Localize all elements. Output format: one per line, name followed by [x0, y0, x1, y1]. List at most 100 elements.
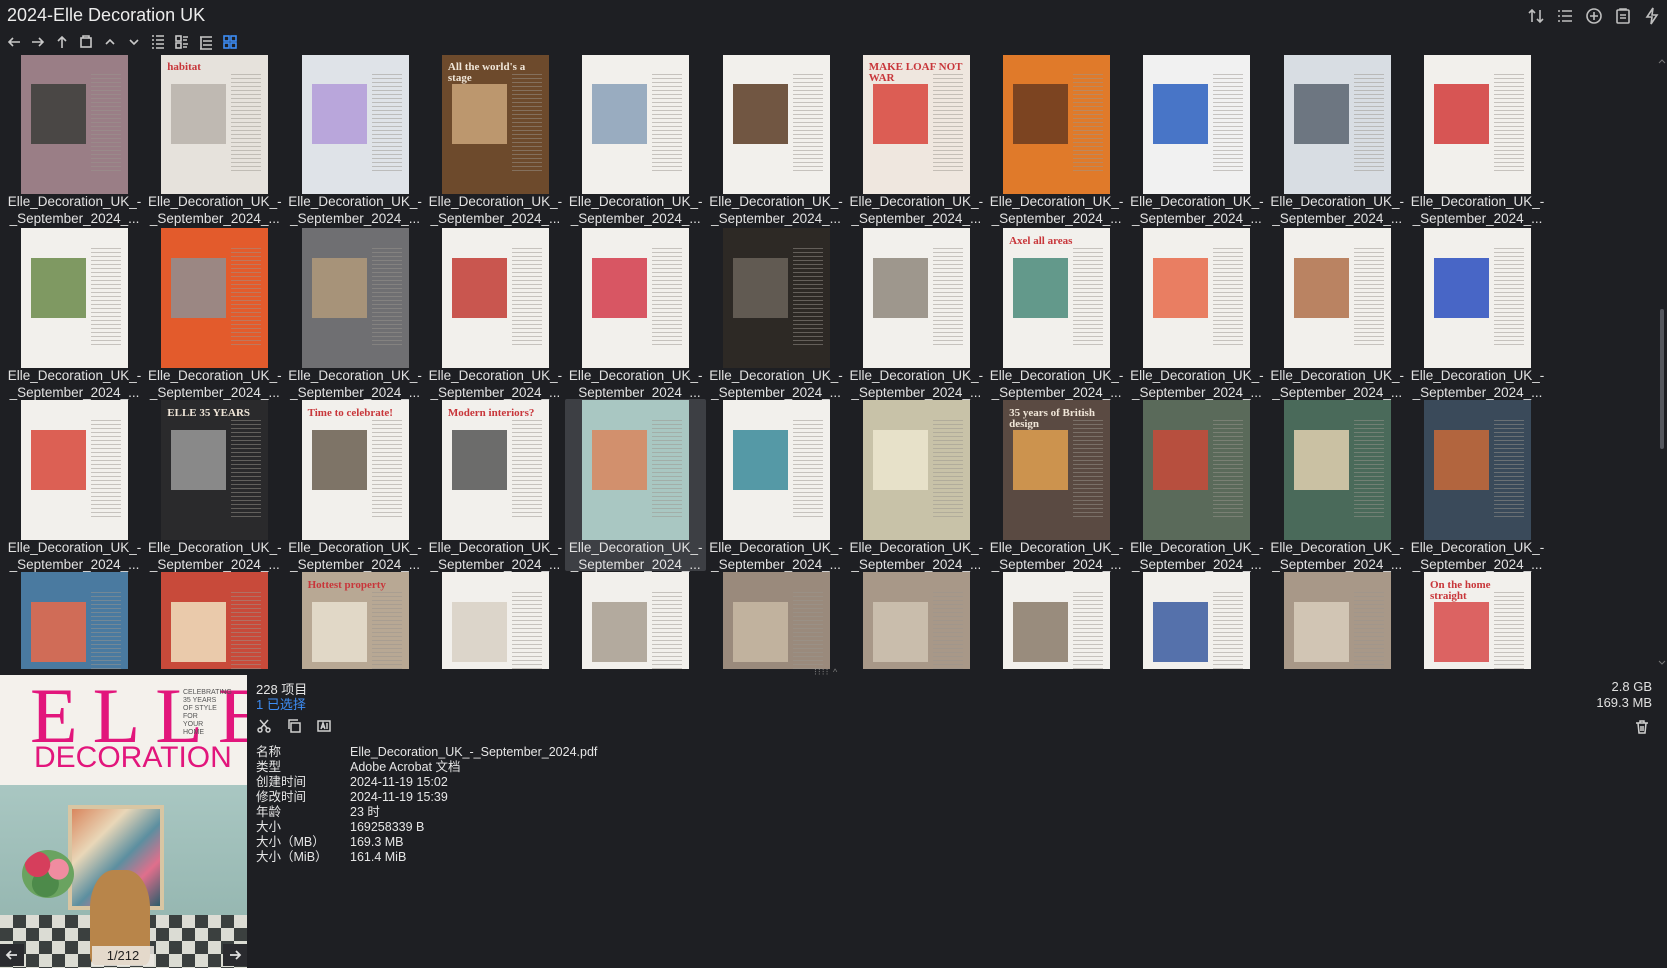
cut-icon[interactable] [255, 717, 273, 735]
file-tile[interactable] [846, 571, 987, 669]
file-name-label: Elle_Decoration_UK_- _September_2024_... [4, 367, 145, 401]
thumbnail-image-block [451, 258, 507, 318]
file-tile[interactable]: On the home straight [1407, 571, 1548, 669]
thumbnail-text-block [231, 74, 262, 174]
selected-count[interactable]: 1 已选择 [256, 694, 306, 713]
file-tile[interactable]: Elle_Decoration_UK_- _September_2024_... [425, 227, 566, 400]
file-tile[interactable]: Elle_Decoration_UK_- _September_2024_... [4, 227, 145, 401]
file-name-line-1: Elle_Decoration_UK_- [148, 194, 282, 209]
file-tile[interactable]: Elle_Decoration_UK_- _September_2024_... [1126, 55, 1267, 226]
file-tile[interactable]: Elle_Decoration_UK_- _September_2024_... [1407, 227, 1548, 400]
list-view-icon[interactable] [172, 32, 192, 52]
thumbnail-image-block [1434, 84, 1489, 144]
thumbnail-image-block [1013, 84, 1069, 144]
file-thumbnail [21, 55, 128, 194]
file-name-label: Elle_Decoration_UK_- _September_2024_... [285, 539, 426, 573]
scrollbar-track[interactable] [1660, 69, 1664, 655]
file-thumbnail [722, 55, 830, 194]
thumbnail-image-block [31, 602, 86, 662]
thumbnail-grid[interactable]: Elle_Decoration_UK_- _September_2024_... h… [0, 55, 1657, 669]
file-tile[interactable]: ELLE 35 YEARS Elle_Decoration_UK_- _Septem… [144, 399, 285, 572]
file-tile[interactable] [986, 571, 1127, 669]
file-thumbnail [1143, 228, 1251, 368]
file-name-line-1: Elle_Decoration_UK_- [849, 368, 984, 383]
file-thumbnail [1003, 55, 1111, 194]
file-thumbnail [1143, 572, 1251, 669]
next-page-button[interactable] [223, 944, 247, 966]
file-thumbnail [582, 400, 690, 540]
file-tile[interactable]: Elle_Decoration_UK_- _September_2024_... [565, 227, 706, 400]
lightning-icon[interactable] [1641, 5, 1663, 27]
file-tile[interactable]: Modern interiors? Elle_Decoration_UK_- _Se… [425, 399, 566, 572]
file-tile[interactable]: Elle_Decoration_UK_- _September_2024_... [1267, 399, 1408, 572]
file-name-label: Elle_Decoration_UK_- _September_2024_... [706, 193, 847, 227]
file-tile[interactable]: Elle_Decoration_UK_- _September_2024_... [846, 227, 987, 400]
details-view-icon[interactable] [148, 32, 168, 52]
scrollbar-thumb[interactable] [1660, 309, 1664, 449]
previous-page-button[interactable] [0, 944, 24, 966]
chevron-down-icon[interactable] [124, 32, 144, 52]
preview-pane[interactable]: ELLE DECORATION CELEBRATING 35 YEARS OF … [0, 675, 247, 968]
file-tile[interactable] [4, 571, 145, 669]
file-tile[interactable]: Elle_Decoration_UK_- _September_2024_... [285, 227, 426, 400]
file-tile[interactable]: Elle_Decoration_UK_- _September_2024_... [986, 55, 1127, 226]
file-tile[interactable]: Elle_Decoration_UK_- _September_2024_... [1126, 227, 1267, 400]
file-tile[interactable]: Elle_Decoration_UK_- _September_2024_... [565, 399, 707, 573]
file-tile[interactable]: Elle_Decoration_UK_- _September_2024_... [144, 227, 285, 400]
file-tile[interactable]: Elle_Decoration_UK_- _September_2024_... [1126, 399, 1267, 572]
folder-icon[interactable] [76, 32, 96, 52]
file-tile[interactable]: Elle_Decoration_UK_- _September_2024_... [4, 399, 145, 572]
file-tile[interactable]: All the world's a stage Elle_Decoration_U… [425, 55, 566, 226]
file-tile[interactable]: Elle_Decoration_UK_- _September_2024_... [846, 399, 987, 572]
file-tile[interactable]: Hottest property [285, 571, 426, 669]
delete-icon[interactable] [1634, 719, 1652, 737]
file-tile[interactable]: Elle_Decoration_UK_- _September_2024_... [706, 55, 847, 227]
file-tile[interactable]: Axel all areas Elle_Decoration_UK_- _Septe… [986, 227, 1127, 400]
scroll-up-icon[interactable] [1658, 57, 1666, 65]
property-row: 年龄 23 时 [256, 805, 597, 820]
thumbnail-text-block [511, 248, 542, 348]
sort-icon[interactable] [1525, 5, 1547, 27]
clipboard-icon[interactable] [1612, 5, 1634, 27]
file-tile[interactable]: Elle_Decoration_UK_- _September_2024_... [1267, 227, 1408, 400]
file-tile[interactable]: MAKE LOAF NOT WAR Elle_Decoration_UK_- _Se… [846, 55, 987, 226]
thumbnail-text-block [231, 592, 262, 669]
tree-view-icon[interactable] [196, 32, 216, 52]
file-tile[interactable] [1126, 571, 1267, 669]
file-tile[interactable] [706, 571, 847, 669]
vertical-scrollbar[interactable] [1657, 55, 1667, 669]
file-tile[interactable] [144, 571, 285, 669]
thumbnail-headline: ELLE 35 YEARS [167, 407, 251, 419]
file-tile[interactable]: Elle_Decoration_UK_- _September_2024_... [1407, 55, 1548, 226]
property-key: 创建时间 [256, 775, 307, 789]
thumbnail-text-block [91, 592, 121, 669]
rename-icon[interactable] [315, 717, 333, 735]
file-tile[interactable]: Time to celebrate! Elle_Decoration_UK_- _S… [285, 399, 426, 573]
file-tile[interactable]: habitat Elle_Decoration_UK_- _September_20… [144, 55, 285, 226]
scroll-down-icon[interactable] [1658, 659, 1666, 667]
file-tile[interactable]: Elle_Decoration_UK_- _September_2024_... [706, 227, 847, 400]
file-tile[interactable]: Elle_Decoration_UK_- _September_2024_... [285, 55, 426, 226]
file-tile[interactable] [425, 571, 566, 669]
copy-icon[interactable] [285, 717, 303, 735]
file-tile[interactable]: Elle_Decoration_UK_- _September_2024_... [706, 399, 847, 572]
file-tile[interactable]: Elle_Decoration_UK_- _September_2024_... [565, 55, 706, 226]
file-tile[interactable]: Elle_Decoration_UK_- _September_2024_... [1267, 55, 1408, 226]
thumbnail-headline: 35 years of British design [1009, 407, 1095, 430]
forward-arrow-icon[interactable] [28, 32, 48, 52]
add-icon[interactable] [1583, 5, 1605, 27]
file-tile[interactable]: Elle_Decoration_UK_- _September_2024_... [1407, 399, 1548, 572]
group-icon[interactable] [1554, 5, 1576, 27]
thumbnail-image-block [1013, 258, 1069, 318]
file-tile[interactable]: Elle_Decoration_UK_- _September_2024_... [4, 55, 145, 226]
file-tile[interactable]: 35 years of British design Elle_Decoratio… [986, 399, 1127, 572]
chevron-up-icon[interactable] [100, 32, 120, 52]
thumbnail-headline: MAKE LOAF NOT WAR [868, 61, 963, 84]
file-name-line-1: Elle_Decoration_UK_- [148, 368, 282, 383]
up-arrow-icon[interactable] [52, 32, 72, 52]
file-name-label: Elle_Decoration_UK_- _September_2024_... [565, 539, 706, 573]
file-tile[interactable] [565, 571, 706, 669]
back-arrow-icon[interactable] [4, 32, 24, 52]
thumbnail-view-icon[interactable] [220, 32, 240, 52]
file-tile[interactable] [1267, 571, 1408, 669]
